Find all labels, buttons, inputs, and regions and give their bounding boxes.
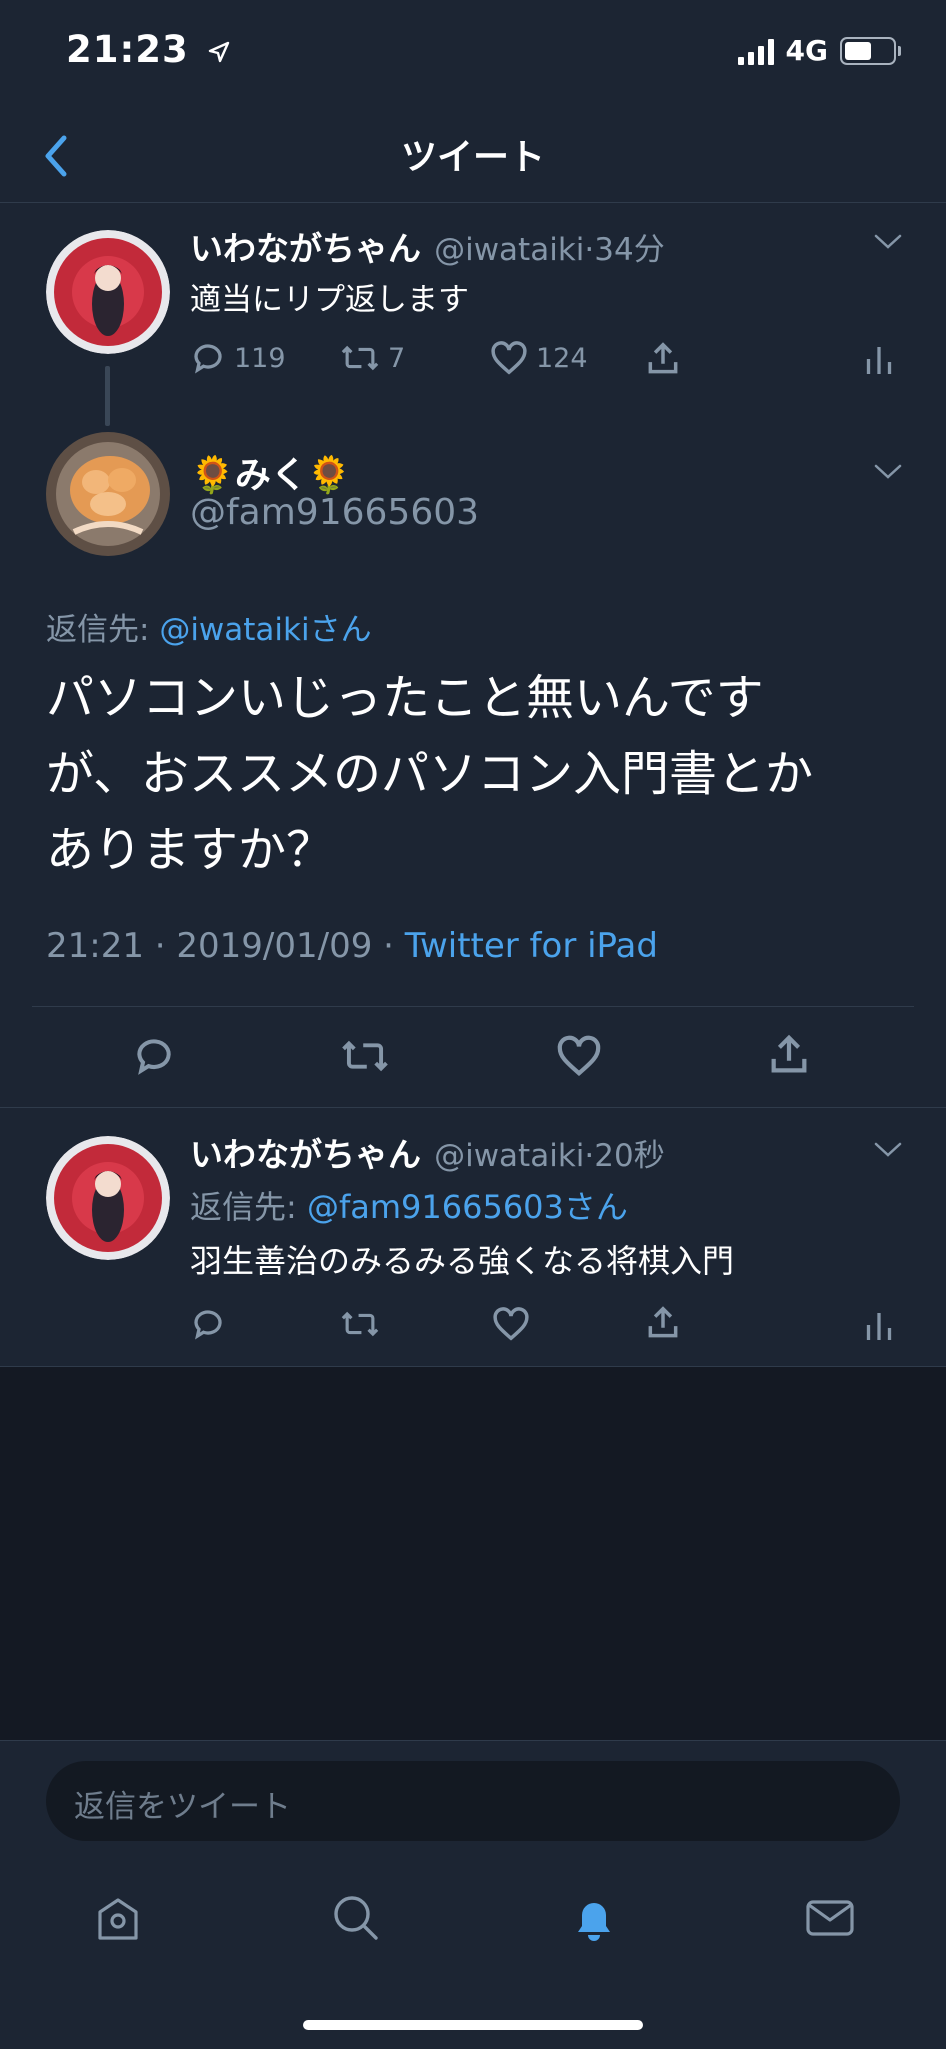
share-button[interactable] xyxy=(644,1304,682,1342)
page-title: ツイート xyxy=(400,137,545,178)
search-icon[interactable] xyxy=(326,1888,386,1948)
divider xyxy=(32,1006,914,1007)
avatar[interactable] xyxy=(46,1136,170,1260)
reply-prefix: 返信先: xyxy=(46,612,160,648)
tweet-line: が、おススメのパソコン入門書とか xyxy=(46,746,814,802)
reply-icon xyxy=(137,1039,171,1075)
handle[interactable]: @iwataiki xyxy=(434,232,584,268)
reply-icon xyxy=(194,1310,222,1340)
messages-icon[interactable] xyxy=(800,1888,860,1948)
tweet-text: 羽生善治のみるみる強くなる将棋入門 xyxy=(190,1242,735,1280)
handle[interactable]: @iwataiki xyxy=(434,1138,584,1174)
reply-to-link[interactable]: @fam91665603さん xyxy=(307,1188,628,1226)
retweet-count: 7 xyxy=(388,342,406,374)
handle[interactable]: @fam91665603 xyxy=(190,492,479,533)
divider xyxy=(0,1366,946,1367)
tweet-time: 20秒 xyxy=(594,1138,665,1174)
avatar[interactable] xyxy=(46,230,170,354)
share-button[interactable] xyxy=(766,1032,812,1078)
tweet-time: 34分 xyxy=(594,232,665,268)
home-icon[interactable] xyxy=(88,1888,148,1948)
analytics-icon xyxy=(866,347,892,374)
notifications-icon[interactable] xyxy=(564,1888,624,1948)
retweet-button[interactable] xyxy=(340,1306,380,1342)
navigation-bar: ツイート xyxy=(0,110,946,203)
timestamp: 21:21 · 2019/01/09 · xyxy=(46,926,405,966)
tweet-header: いわながちゃん @iwataiki·20秒 xyxy=(190,1128,665,1176)
tweet-line: ありますか？ xyxy=(46,822,335,878)
heart-icon xyxy=(491,341,527,375)
battery-icon xyxy=(840,36,901,65)
analytics-button[interactable] xyxy=(864,340,894,378)
separator-dot: · xyxy=(584,1138,595,1174)
signal-icon xyxy=(737,37,774,65)
share-icon xyxy=(771,1034,807,1073)
reply-prefix: 返信先: xyxy=(190,1188,307,1226)
chevron-down-icon[interactable] xyxy=(873,1140,903,1160)
like-button[interactable] xyxy=(492,1306,530,1342)
share-icon xyxy=(648,1306,678,1338)
retweet-button[interactable]: 7 xyxy=(340,340,405,376)
chevron-down-icon[interactable] xyxy=(873,232,903,252)
tweet-text: パソコンいじったこと無いんです が、おススメのパソコン入門書とか ありますか？ xyxy=(46,660,916,888)
clock-text: 21:23 xyxy=(66,28,189,71)
reply-count: 119 xyxy=(234,342,286,374)
analytics-icon xyxy=(866,1313,892,1340)
heart-icon xyxy=(493,1307,529,1341)
reply-placeholder: 返信をツイート xyxy=(74,1789,291,1825)
divider xyxy=(0,1107,946,1108)
chevron-down-icon[interactable] xyxy=(873,462,903,482)
retweet-button[interactable] xyxy=(340,1034,390,1078)
like-button[interactable]: 124 xyxy=(490,340,588,376)
reply-button[interactable]: 119 xyxy=(190,340,286,376)
tweet-line: パソコンいじったこと無いんです xyxy=(46,670,764,726)
heart-icon xyxy=(557,1035,601,1077)
retweet-icon xyxy=(342,1040,388,1072)
avatar[interactable] xyxy=(46,432,170,556)
network-type: 4G xyxy=(785,34,828,67)
tweet-text: 適当にリプ返します xyxy=(190,282,469,318)
thread-connector-line xyxy=(105,366,110,426)
location-arrow-icon xyxy=(208,41,229,62)
analytics-button[interactable] xyxy=(864,1306,894,1344)
status-indicators: 4G xyxy=(737,34,901,67)
display-name[interactable]: いわながちゃん xyxy=(190,1135,421,1174)
reply-context: 返信先: @iwataikiさん xyxy=(46,604,372,649)
like-count: 124 xyxy=(536,342,588,374)
tweet-header: いわながちゃん @iwataiki·34分 xyxy=(190,222,665,270)
status-time: 21:23 xyxy=(66,28,231,71)
reply-button[interactable] xyxy=(190,1306,226,1342)
reply-context: 返信先: @fam91665603さん xyxy=(190,1182,628,1228)
display-name[interactable]: いわながちゃん xyxy=(190,229,421,268)
retweet-icon xyxy=(341,1311,379,1337)
like-button[interactable] xyxy=(556,1034,602,1078)
share-button[interactable] xyxy=(644,340,682,378)
share-icon xyxy=(648,342,678,374)
tweet-meta: 21:21 · 2019/01/09 · Twitter for iPad xyxy=(46,926,658,966)
retweet-icon xyxy=(341,345,379,371)
source-link[interactable]: Twitter for iPad xyxy=(405,926,658,966)
reply-composer[interactable]: 返信をツイート xyxy=(46,1761,900,1841)
reply-icon xyxy=(194,344,222,374)
reply-to-link[interactable]: @iwataikiさん xyxy=(159,612,371,648)
home-indicator xyxy=(303,2020,643,2030)
reply-button[interactable] xyxy=(132,1034,176,1078)
display-name[interactable]: 🌻みく🌻 xyxy=(190,446,352,498)
separator-dot: · xyxy=(584,232,595,268)
